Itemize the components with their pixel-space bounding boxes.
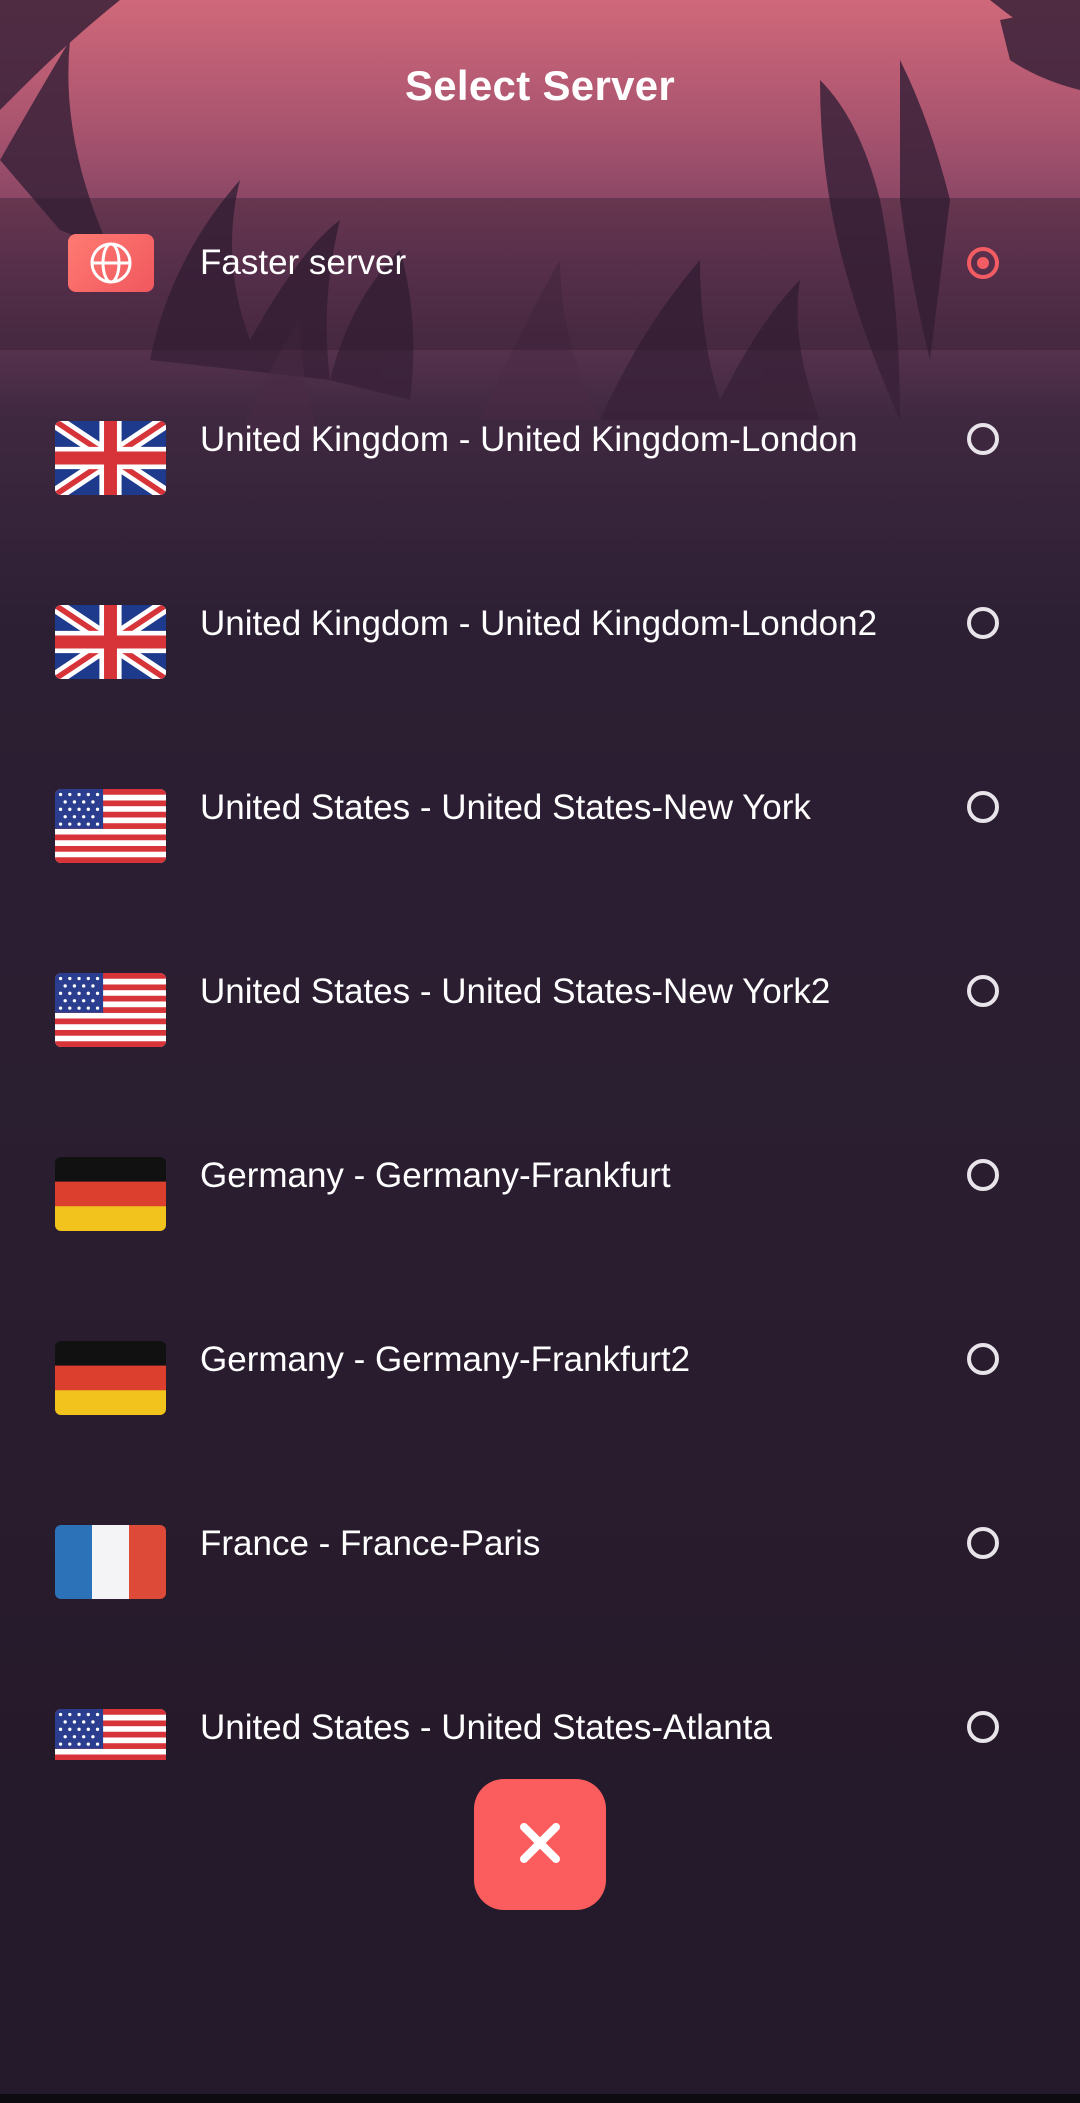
radio-unselected[interactable] xyxy=(967,791,999,823)
page-title: Select Server xyxy=(404,62,676,109)
server-label: United States - United States-New York xyxy=(200,788,811,827)
server-label: United States - United States-New York2 xyxy=(200,972,831,1011)
server-item-germany-frankfurt2[interactable]: Germany - Germany-Frankfurt2 xyxy=(0,1286,1080,1470)
radio-unselected[interactable] xyxy=(967,1711,999,1743)
server-label: United Kingdom - United Kingdom-London xyxy=(200,420,858,459)
radio-unselected[interactable] xyxy=(967,1527,999,1559)
server-list: Faster server United Kingdom - United Ki… xyxy=(0,190,1080,1838)
server-item-us-newyork2[interactable]: United States - United States-New York2 xyxy=(0,918,1080,1102)
radio-selected[interactable] xyxy=(967,247,999,279)
server-item-us-newyork[interactable]: United States - United States-New York xyxy=(0,734,1080,918)
server-item-uk-london2[interactable]: United Kingdom - United Kingdom-London2 xyxy=(0,550,1080,734)
germany-flag-icon xyxy=(55,1341,166,1415)
server-label: France - France-Paris xyxy=(200,1524,541,1563)
france-flag-icon xyxy=(55,1525,166,1599)
server-label: United Kingdom - United Kingdom-London2 xyxy=(200,604,878,643)
server-label: Germany - Germany-Frankfurt xyxy=(200,1156,671,1195)
server-item-faster[interactable]: Faster server xyxy=(0,180,1080,346)
germany-flag-icon xyxy=(55,1157,166,1231)
close-icon xyxy=(518,1821,562,1868)
globe-icon xyxy=(68,234,154,292)
radio-unselected[interactable] xyxy=(967,607,999,639)
uk-flag-icon xyxy=(55,605,166,679)
server-label: Germany - Germany-Frankfurt2 xyxy=(200,1340,691,1379)
server-item-germany-frankfurt[interactable]: Germany - Germany-Frankfurt xyxy=(0,1102,1080,1286)
server-label: Faster server xyxy=(200,243,407,282)
uk-flag-icon xyxy=(55,421,166,495)
close-button[interactable] xyxy=(474,1779,606,1910)
us-flag-icon xyxy=(55,789,166,863)
us-flag-icon xyxy=(55,973,166,1047)
radio-unselected[interactable] xyxy=(967,423,999,455)
server-item-france-paris[interactable]: France - France-Paris xyxy=(0,1470,1080,1654)
radio-unselected[interactable] xyxy=(967,975,999,1007)
radio-unselected[interactable] xyxy=(967,1343,999,1375)
radio-unselected[interactable] xyxy=(967,1159,999,1191)
system-nav-bar xyxy=(0,2094,1080,2103)
server-item-uk-london[interactable]: United Kingdom - United Kingdom-London xyxy=(0,366,1080,550)
